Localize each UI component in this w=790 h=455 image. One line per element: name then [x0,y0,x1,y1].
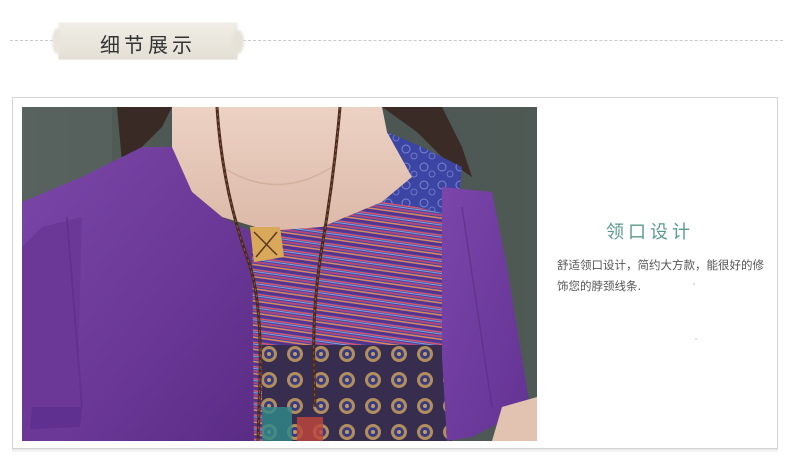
product-photo [22,107,537,441]
panel-shadow [12,449,778,453]
header-divider-right [238,40,783,41]
feature-title: 领口设计 [606,222,694,243]
section-title: 细节展示 [100,33,196,57]
decor-dot [693,283,695,285]
feature-description: 舒适领口设计，简约大方款，能很好的修饰您的脖颈线条. [557,258,764,293]
decor-dot [695,338,697,340]
header-divider-left [10,40,58,41]
section-title-tag: 细节展示 [58,22,238,60]
